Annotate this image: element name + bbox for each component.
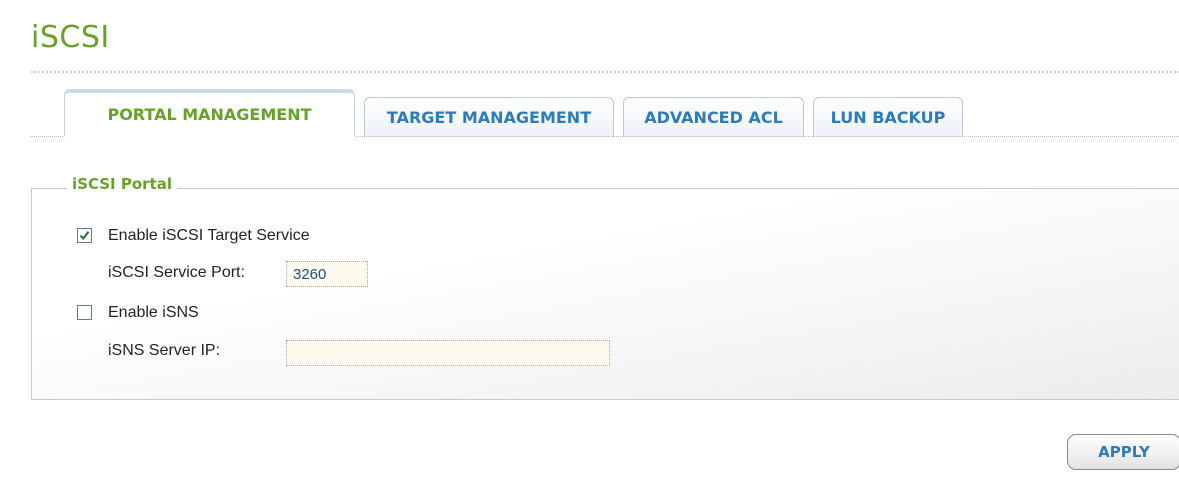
- enable-target-service-label: Enable iSCSI Target Service: [108, 227, 310, 244]
- page-title: iSCSI: [31, 20, 110, 55]
- tab-advanced-acl[interactable]: ADVANCED ACL: [623, 97, 804, 137]
- enable-isns-label: Enable iSNS: [108, 304, 199, 321]
- tab-lun-backup[interactable]: LUN BACKUP: [813, 97, 963, 137]
- title-divider: [31, 71, 1179, 73]
- apply-button[interactable]: APPLY: [1067, 434, 1179, 470]
- service-port-label: iSCSI Service Port:: [108, 264, 245, 281]
- checkmark-icon: [79, 231, 90, 241]
- iscsi-portal-panel: iSCSI Portal Enable iSCSI Target Service…: [31, 175, 1179, 400]
- iscsi-portal-legend: iSCSI Portal: [67, 175, 177, 193]
- isns-server-ip-label: iSNS Server IP:: [108, 342, 221, 359]
- service-port-input[interactable]: [286, 261, 368, 287]
- tab-portal-management[interactable]: PORTAL MANAGEMENT: [64, 89, 355, 137]
- enable-target-service-checkbox[interactable]: [77, 228, 92, 243]
- tab-target-management[interactable]: TARGET MANAGEMENT: [364, 97, 614, 137]
- isns-server-ip-input[interactable]: [286, 340, 610, 366]
- enable-isns-checkbox[interactable]: [77, 305, 92, 320]
